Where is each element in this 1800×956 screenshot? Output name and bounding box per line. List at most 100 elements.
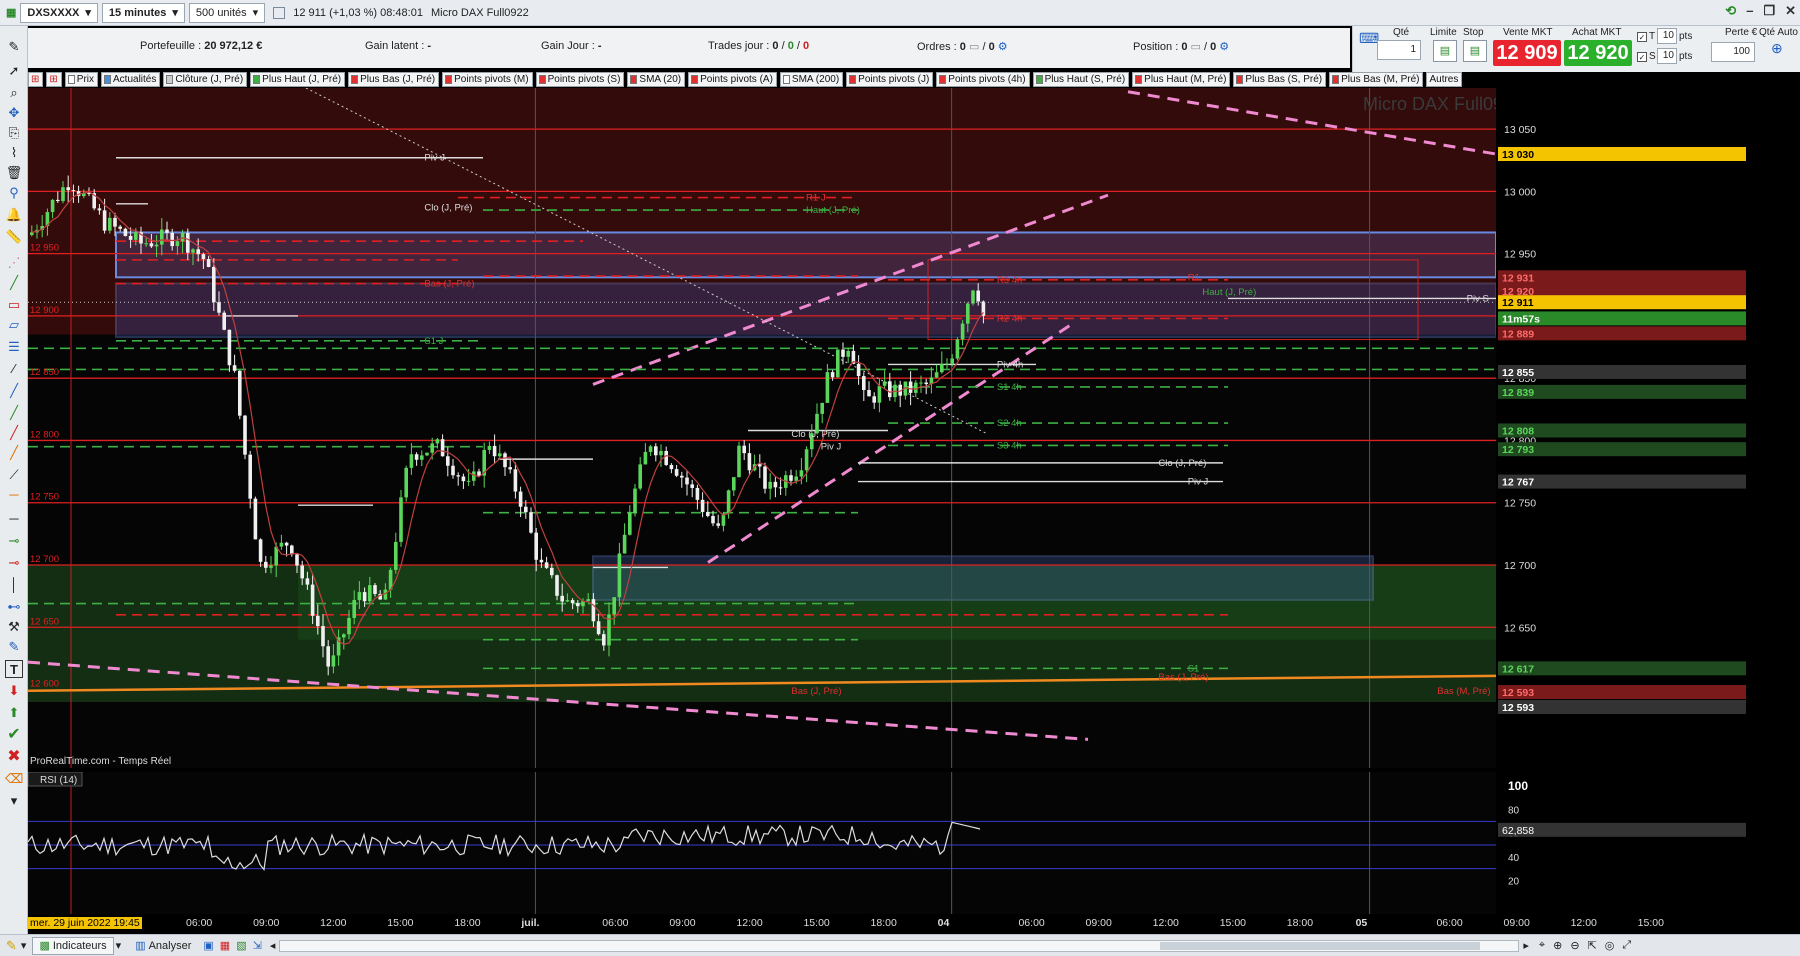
move-icon[interactable]: ✥: [5, 104, 23, 122]
indicator-legend-item[interactable]: Points pivots (4h): [936, 72, 1030, 87]
settings-icon[interactable]: ▣: [203, 939, 213, 952]
indicator-legend-item[interactable]: Points pivots (A): [688, 72, 777, 87]
indicator-legend-item[interactable]: Plus Bas (M, Pré): [1329, 72, 1424, 87]
brush-icon[interactable]: ⌇: [5, 144, 23, 162]
units-select[interactable]: 500 unités ▾: [188, 2, 266, 23]
indicator-legend-item[interactable]: Plus Haut (J, Pré): [250, 72, 346, 87]
analyser-button[interactable]: ▥ Analyser: [129, 938, 197, 953]
checkbox-t[interactable]: ✓: [1637, 32, 1647, 42]
ruler-icon[interactable]: 📏: [5, 228, 23, 246]
horizontal-scrollbar[interactable]: [279, 939, 1520, 952]
tool-icon[interactable]: ⚒: [5, 618, 23, 636]
zoom-in-icon[interactable]: ⊕: [1553, 939, 1562, 952]
limite-button[interactable]: ▤: [1433, 40, 1457, 62]
cursor-icon[interactable]: ➚: [5, 62, 23, 80]
close-icon[interactable]: ✕: [1785, 3, 1796, 19]
checkbox-s[interactable]: ✓: [1637, 52, 1647, 62]
hline-green-icon[interactable]: ⊸: [5, 532, 23, 550]
indicator-legend-item[interactable]: Plus Bas (S, Pré): [1233, 72, 1327, 87]
s-label: S: [1649, 51, 1656, 62]
export-icon[interactable]: ⇲: [253, 939, 262, 952]
pencil-icon[interactable]: ✎: [6, 938, 17, 954]
chevron-down-icon[interactable]: ▾: [116, 939, 122, 952]
vline-icon[interactable]: │: [5, 576, 23, 594]
edit-icon[interactable]: ✎: [5, 638, 23, 656]
timeframe-select[interactable]: 15 minutes ▾: [101, 2, 185, 23]
channel-icon[interactable]: ▱: [5, 316, 23, 334]
left-level-label: 12 750: [30, 492, 59, 503]
node-line-icon[interactable]: ⟋: [5, 466, 23, 484]
time-axis[interactable]: mer. 29 juin 2022 19:45 06:00 09:00 12:00 15…: [28, 914, 1748, 934]
trash-icon[interactable]: 🗑: [5, 164, 23, 182]
line-blue-icon[interactable]: ╱: [5, 382, 23, 400]
buy-button[interactable]: 12 920: [1564, 40, 1632, 66]
add-indicator-button-2[interactable]: ⊞: [46, 72, 62, 87]
arrow-down-icon[interactable]: ⬇: [5, 682, 23, 700]
scroll-down-icon[interactable]: ▾: [5, 792, 23, 810]
stop-button[interactable]: ▤: [1463, 40, 1487, 62]
indicator-legend-item[interactable]: Clôture (J, Pré): [163, 72, 248, 87]
indicator-legend-item[interactable]: Points pivots (J): [846, 72, 934, 87]
plus-icon[interactable]: ⊕: [1771, 40, 1783, 57]
add-indicator-button[interactable]: ⊞: [28, 72, 44, 87]
line-orange-icon[interactable]: ╱: [5, 444, 23, 462]
restore-icon[interactable]: ❐: [1763, 3, 1775, 19]
minimize-icon[interactable]: –: [1746, 3, 1753, 19]
scrollbar-thumb[interactable]: [1160, 941, 1481, 950]
symbol-select[interactable]: DXSXXXX ▾: [20, 2, 98, 23]
trend-line-icon[interactable]: ╱: [5, 274, 23, 292]
indicateurs-button[interactable]: ▩ Indicateurs: [32, 936, 114, 955]
camera-icon[interactable]: ◎: [1605, 939, 1615, 952]
copy-icon[interactable]: ⎘: [5, 124, 23, 142]
t-input[interactable]: 10: [1657, 28, 1677, 44]
lock-icon[interactable]: ⚲: [5, 184, 23, 202]
eraser-icon[interactable]: ⌫: [5, 770, 23, 788]
hline-icon[interactable]: ─: [5, 510, 23, 528]
refresh-icon[interactable]: ⟲: [1725, 3, 1736, 19]
indicator-legend-item[interactable]: Points pivots (S): [535, 72, 625, 87]
ray-icon[interactable]: ⁄: [5, 360, 23, 378]
position[interactable]: Position : 0 ▭ / 0 ⚙: [1133, 40, 1229, 53]
indicator-legend-item[interactable]: Points pivots (M): [442, 72, 533, 87]
rectangle-icon[interactable]: ▭: [5, 296, 23, 314]
indicator-legend-item[interactable]: Autres: [1426, 72, 1463, 87]
ordres[interactable]: Ordres : 0 ▭ / 0 ⚙: [917, 40, 1008, 53]
indicator-legend-item[interactable]: Prix: [64, 72, 99, 87]
indicator-legend-item[interactable]: Plus Haut (M, Pré): [1132, 72, 1231, 87]
line-red-icon[interactable]: ╱: [5, 424, 23, 442]
check-icon[interactable]: ✔: [5, 726, 23, 744]
fibonacci-icon[interactable]: ☰: [5, 338, 23, 356]
line-green-icon[interactable]: ╱: [5, 404, 23, 422]
cross-icon[interactable]: ✖: [5, 748, 23, 766]
compare-icon[interactable]: ▧: [236, 939, 246, 952]
qte-auto-input[interactable]: 100: [1711, 42, 1755, 62]
indicator-legend-item[interactable]: Actualités: [101, 72, 161, 87]
qte-input[interactable]: 1: [1377, 40, 1421, 60]
scroll-right-icon[interactable]: ▸: [1523, 939, 1529, 952]
pen-icon[interactable]: ✎: [5, 38, 23, 56]
s-input[interactable]: 10: [1657, 48, 1677, 64]
arrow-up-icon[interactable]: ⬆: [5, 704, 23, 722]
calendar-icon[interactable]: ▦: [220, 939, 230, 952]
zoom-out-icon[interactable]: ⊖: [1570, 939, 1579, 952]
indicator-legend-item[interactable]: SMA (20): [627, 72, 686, 87]
dotted-line-icon[interactable]: ⋰: [5, 254, 23, 272]
scroll-left-icon[interactable]: ◂: [270, 939, 276, 952]
sell-button[interactable]: 12 909: [1493, 40, 1561, 66]
arrow-line-icon[interactable]: ⊷: [5, 598, 23, 616]
rsi-panel[interactable]: RSI (14)1008060402062,858: [28, 772, 1748, 914]
text-icon[interactable]: T: [5, 660, 23, 678]
expand-icon[interactable]: ⇱: [1588, 939, 1597, 952]
indicator-legend-item[interactable]: SMA (200): [779, 72, 844, 87]
bell-icon[interactable]: 🔔: [5, 206, 23, 224]
chevron-down-icon[interactable]: ▾: [21, 939, 27, 952]
hline-red-icon[interactable]: ⊸: [5, 554, 23, 572]
indicator-legend-item[interactable]: Plus Bas (J, Pré): [348, 72, 440, 87]
fullscreen-icon[interactable]: ⤢: [1622, 939, 1631, 952]
indicator-legend-item[interactable]: Plus Haut (S, Pré): [1032, 72, 1130, 87]
news-icon[interactable]: [273, 6, 286, 19]
zoom-icon[interactable]: ⌕: [5, 84, 23, 102]
zoom-fit-icon[interactable]: ⌖: [1539, 939, 1545, 952]
price-chart[interactable]: Micro DAX Full0922Piv JClo (J, Pré)R1 JH…: [28, 88, 1748, 768]
hline-orange-icon[interactable]: ─: [5, 486, 23, 504]
